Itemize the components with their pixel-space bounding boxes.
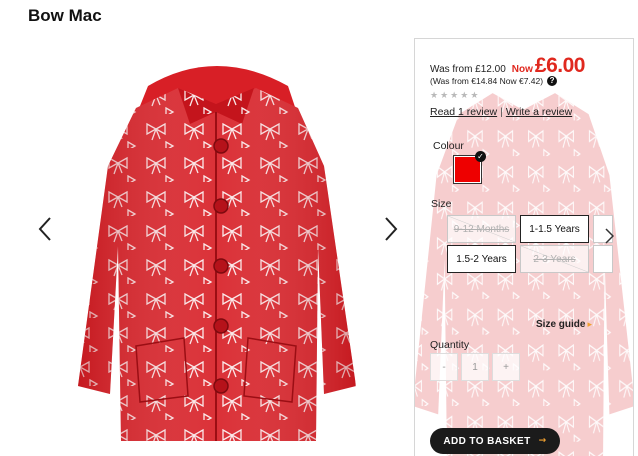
now-price: £6.00 [534,54,586,77]
colour-swatch-red[interactable]: ✓ [453,151,486,184]
product-gallery [28,40,414,450]
size-option-more[interactable] [593,245,613,273]
size-option-9-12-months[interactable]: 9-12 Months [447,215,516,243]
quantity-input[interactable]: 1 [461,353,489,381]
gallery-prev-button[interactable] [38,216,52,242]
size-guide-label: Size guide [536,319,586,330]
product-image[interactable] [66,46,366,446]
star-icon: ★ [470,91,479,101]
checkmark-icon: ✓ [475,151,486,162]
size-option-2-3-years[interactable]: 2-3 Years [520,245,589,273]
arrow-right-icon: → [538,436,547,446]
size-label: Size [431,198,452,210]
quantity-increase-button[interactable]: + [492,353,520,381]
quantity-decrease-button[interactable]: - [430,353,458,381]
rating-stars: ★ ★ ★ ★ ★ [430,91,478,101]
chevron-right-icon [605,228,615,244]
euro-price-row: (Was from €14.84 Now €7.42) ? [430,76,558,86]
size-next-button[interactable] [605,228,615,249]
size-option-1-5-2-years[interactable]: 1.5-2 Years [447,245,516,273]
size-option-1-1-5-years[interactable]: 1-1.5 Years [520,215,589,243]
star-icon: ★ [450,91,459,101]
add-to-basket-button[interactable]: ADD TO BASKET → [430,428,560,454]
size-guide-link[interactable]: Size guide ▸ [536,319,592,330]
product-title: Bow Mac [28,6,102,25]
product-details-panel: Was from £12.00 Now £6.00 (Was from €14.… [414,38,634,456]
star-icon: ★ [440,91,449,101]
review-links: Read 1 review | Write a review [430,106,572,118]
write-review-link[interactable]: Write a review [506,106,572,118]
add-to-basket-label: ADD TO BASKET [443,435,531,447]
read-review-link[interactable]: Read 1 review [430,106,497,118]
review-separator: | [500,106,503,118]
quantity-label: Quantity [430,339,470,351]
price-row: Was from £12.00 Now £6.00 [430,54,585,78]
star-icon: ★ [430,91,439,101]
chevron-left-icon [38,217,51,241]
quantity-stepper: - 1 + [430,353,520,381]
gallery-next-button[interactable] [384,216,398,242]
colour-label: Colour [433,140,464,152]
was-price: Was from £12.00 [430,64,506,75]
arrow-right-icon: ▸ [587,320,592,330]
star-icon: ★ [460,91,469,101]
help-icon[interactable]: ? [547,76,558,86]
chevron-right-icon [385,217,398,241]
now-label: Now [511,64,533,75]
euro-price: (Was from €14.84 Now €7.42) [430,76,544,86]
